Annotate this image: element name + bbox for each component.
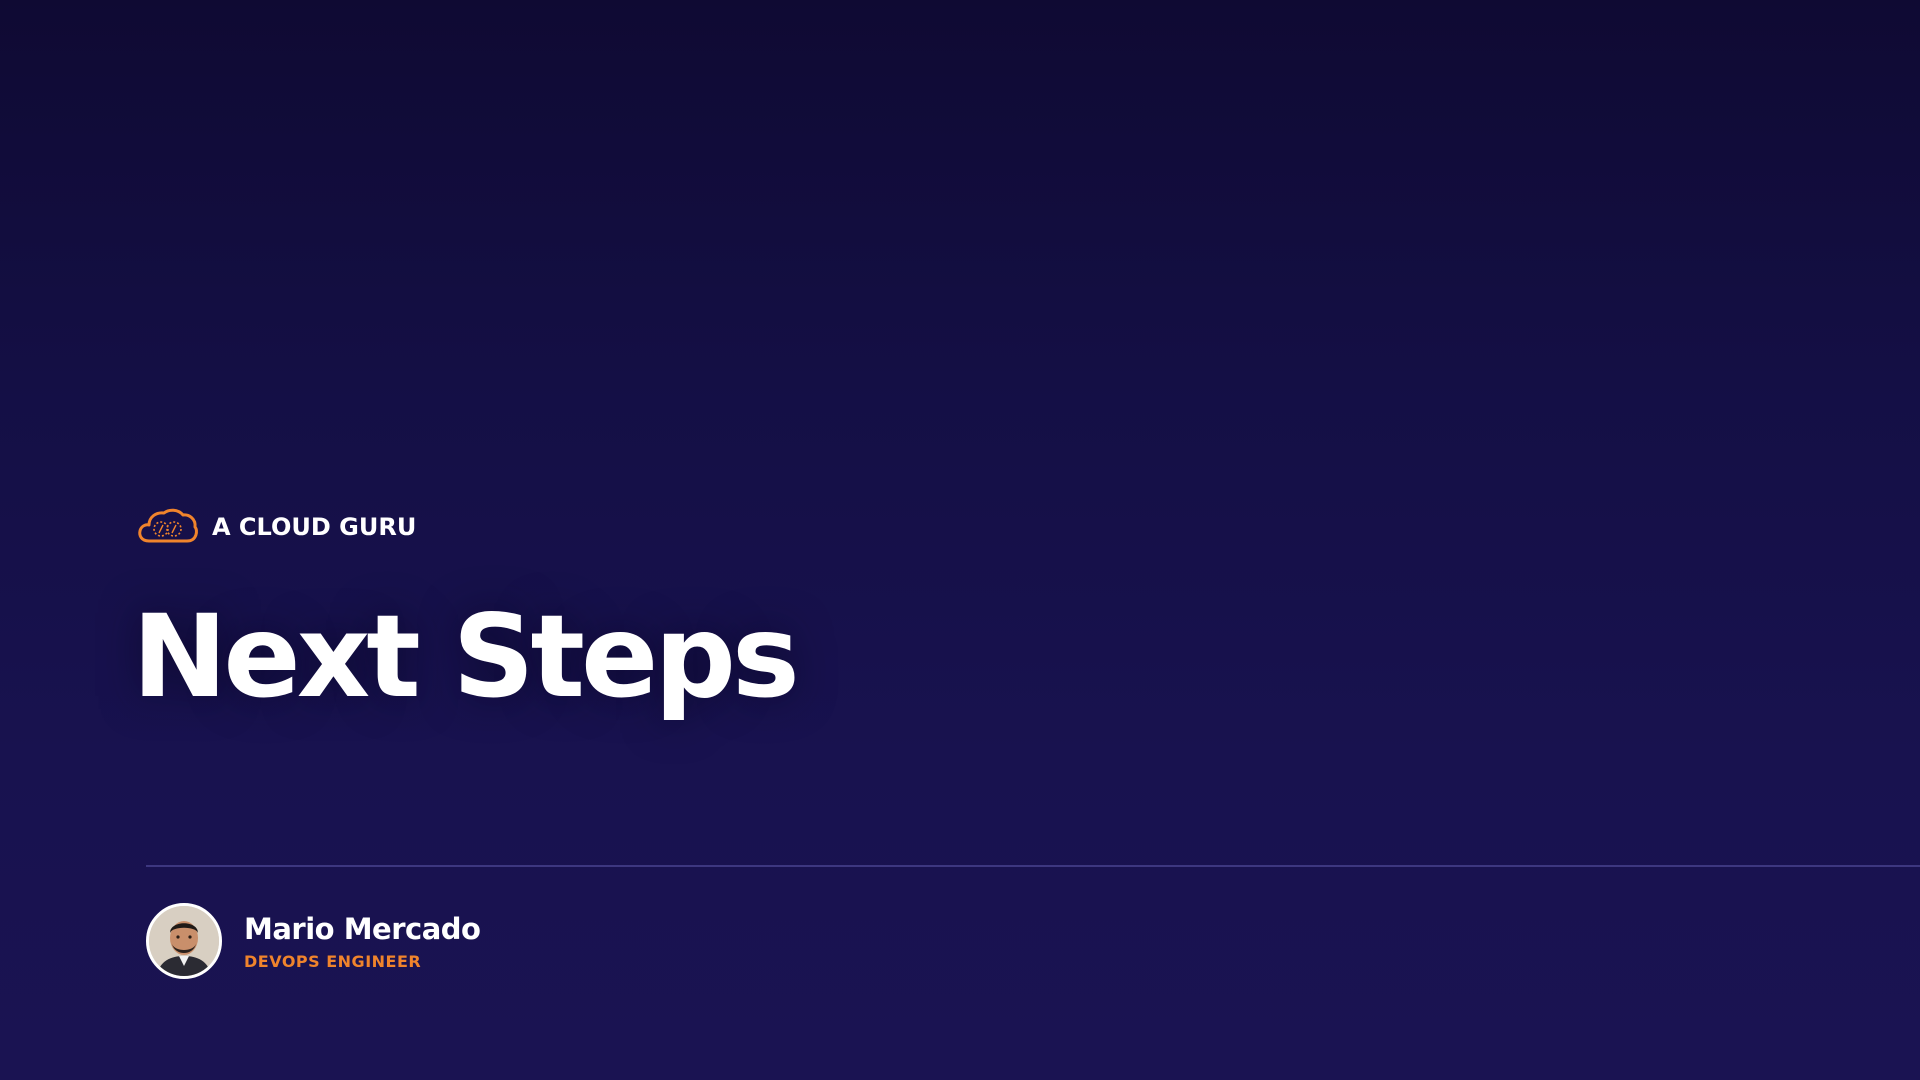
presenter-card: Mario Mercado DEVOPS ENGINEER xyxy=(146,903,481,979)
presenter-info: Mario Mercado DEVOPS ENGINEER xyxy=(244,911,481,971)
slide-title: Next Steps xyxy=(132,590,800,723)
brand-name: A CLOUD GURU xyxy=(212,513,417,541)
divider xyxy=(146,865,1920,867)
cloud-guru-logo-icon xyxy=(137,508,199,546)
presenter-role: DEVOPS ENGINEER xyxy=(244,951,422,971)
presenter-name: Mario Mercado xyxy=(244,911,481,946)
brand-lockup: A CLOUD GURU xyxy=(137,508,416,546)
presenter-avatar xyxy=(146,903,222,979)
title-slide: A CLOUD GURU Next Steps Mario Mercado DE… xyxy=(0,0,1920,1080)
